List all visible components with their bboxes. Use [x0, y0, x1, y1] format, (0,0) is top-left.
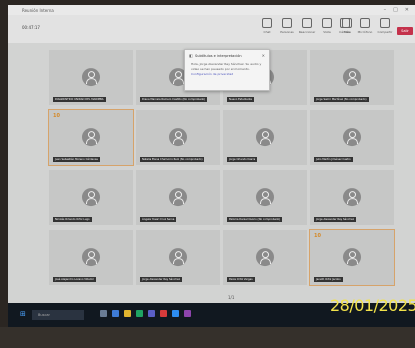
participant-name: Nicolás Orlando Ortiz Lugo: [53, 217, 92, 222]
taskbar-search-input[interactable]: Buscar: [32, 310, 84, 320]
maximize-icon[interactable]: □: [393, 7, 398, 13]
folder-icon[interactable]: [124, 310, 131, 317]
meeting-timer: 00:47:17: [22, 25, 40, 30]
tile-number: 10: [314, 233, 321, 239]
teams-icon[interactable]: [148, 310, 155, 317]
chat-button[interactable]: Chat: [260, 18, 274, 34]
participant-tile[interactable]: Jorge Orlando Ibarra: [223, 110, 307, 165]
participant-tile[interactable]: Ángela Yosari Cruz Serna: [136, 170, 220, 225]
participant-name: Jorge Orlando Ibarra: [227, 157, 258, 162]
avatar-icon: [169, 247, 187, 266]
participant-name: Jorge Alexander Rey Sánchez: [314, 217, 356, 222]
start-icon[interactable]: ⊞: [20, 311, 27, 318]
participant-name: Julio Martín Jiménez Castro: [314, 157, 353, 162]
view-button[interactable]: Vista: [320, 18, 334, 34]
participant-tile[interactable]: Julio Martín Jiménez Castro: [310, 110, 394, 165]
info-icon: ◧: [189, 53, 193, 58]
participant-name: Nuevo Estudiante: [227, 97, 254, 102]
participant-name: Natalia Elena Chamorro Ruiz (No comproba…: [140, 157, 205, 162]
app-icon[interactable]: [184, 310, 191, 317]
participant-tile[interactable]: Jorge Samir Martínez (No comprobado): [310, 50, 394, 105]
participant-name: Janeth Ortiz Jacobo: [314, 277, 343, 282]
avatar-icon: [343, 127, 361, 146]
minimize-icon[interactable]: –: [384, 7, 387, 13]
participant-tile[interactable]: Jorge Alexander Rey Sánchez: [310, 170, 394, 225]
close-icon[interactable]: ✕: [262, 53, 265, 58]
avatar-icon: [343, 247, 361, 266]
camera-icon: [340, 18, 350, 28]
desk-surface: [0, 327, 415, 348]
screen: Reunión Interna – □ ✕ 00:47:17 Chat Pers…: [8, 5, 415, 327]
popup-link[interactable]: Configuración de privacidad: [191, 72, 263, 76]
avatar-icon: [82, 67, 100, 86]
avatar-icon: [169, 127, 187, 146]
view-icon: [322, 18, 332, 28]
avatar-icon: [343, 67, 361, 86]
participant-tile[interactable]: Paola Ortiz Vargas: [223, 230, 307, 285]
app-icon[interactable]: [160, 310, 167, 317]
camera-button[interactable]: Cámara: [338, 18, 352, 34]
avatar-icon: [256, 187, 274, 206]
meeting-toolbar: 00:47:17 Chat Personas Reaccionar Vista …: [8, 15, 415, 43]
participant-name: José Alejandro Lozano Villamil: [53, 277, 96, 282]
participant-tile[interactable]: José Alejandro Lozano Villamil: [49, 230, 133, 285]
participant-tile[interactable]: 10 Juan Sebastián Moreno Cárdenas: [48, 109, 134, 166]
participant-tile[interactable]: Jorge Alexander Rey Sánchez: [136, 230, 220, 285]
people-button[interactable]: Personas: [280, 18, 294, 34]
leave-button[interactable]: Salir: [397, 27, 413, 35]
popup-text: Hola, Jorge Alexander Rey Sánchez. Su au…: [191, 62, 262, 71]
app-icon[interactable]: [100, 310, 107, 317]
participant-tile[interactable]: Nicolás Orlando Ortiz Lugo: [49, 170, 133, 225]
mic-icon: [360, 18, 370, 28]
participant-tile[interactable]: Natalia Elena Chamorro Ruiz (No comproba…: [136, 110, 220, 165]
participant-tile[interactable]: Paloma Daniel Osorio (No comprobado): [223, 170, 307, 225]
app-icon[interactable]: [112, 310, 119, 317]
avatar-icon: [256, 127, 274, 146]
toolbar-media: Cámara Micrófono Compartir: [338, 18, 393, 34]
participant-tile[interactable]: 10 Janeth Ortiz Jacobo: [309, 229, 395, 286]
participant-tile[interactable]: DIAGNOSTICO UNIDAD DEL MARIMBA: [49, 50, 133, 105]
share-icon: [380, 18, 390, 28]
chat-icon: [262, 18, 272, 28]
participant-name: Ángela Yosari Cruz Serna: [140, 217, 177, 222]
react-button[interactable]: Reaccionar: [299, 18, 315, 34]
popup-title: Subtítulos e interpretación: [195, 54, 242, 58]
date-stamp: 28/01/2025: [330, 296, 415, 315]
participant-name: Paloma Daniel Osorio (No comprobado): [227, 217, 283, 222]
avatar-icon: [82, 127, 100, 146]
title-bar: Reunión Interna – □ ✕: [8, 5, 415, 15]
react-icon: [302, 18, 312, 28]
app-icon[interactable]: [172, 310, 179, 317]
people-icon: [282, 18, 292, 28]
tile-number: 10: [53, 113, 60, 119]
close-icon[interactable]: ✕: [405, 7, 409, 13]
avatar-icon: [343, 187, 361, 206]
participant-name: Jorge Samir Martínez (No comprobado): [314, 97, 369, 102]
participant-name: Paola Ortiz Vargas: [227, 277, 255, 282]
participant-name: Jorge Alexander Rey Sánchez: [140, 277, 182, 282]
avatar-icon: [82, 247, 100, 266]
avatar-icon: [256, 247, 274, 266]
browser-icon[interactable]: [136, 310, 143, 317]
window-controls: – □ ✕: [384, 7, 409, 13]
participant-name: Juan Sebastián Moreno Cárdenas: [53, 157, 100, 162]
avatar-icon: [82, 187, 100, 206]
notification-popup: ◧ Subtítulos e interpretación ✕ Hola, Jo…: [184, 49, 270, 91]
share-button[interactable]: Compartir: [377, 18, 393, 34]
participant-name: DIAGNOSTICO UNIDAD DEL MARIMBA: [53, 97, 106, 102]
taskbar-apps: [100, 310, 191, 317]
avatar-icon: [169, 187, 187, 206]
window-title: Reunión Interna: [22, 7, 54, 13]
page-indicator[interactable]: 1/1: [228, 295, 234, 300]
mic-button[interactable]: Micrófono: [358, 18, 372, 34]
participant-name: Diana Marcela Romero Castillo (No compro…: [140, 97, 208, 102]
